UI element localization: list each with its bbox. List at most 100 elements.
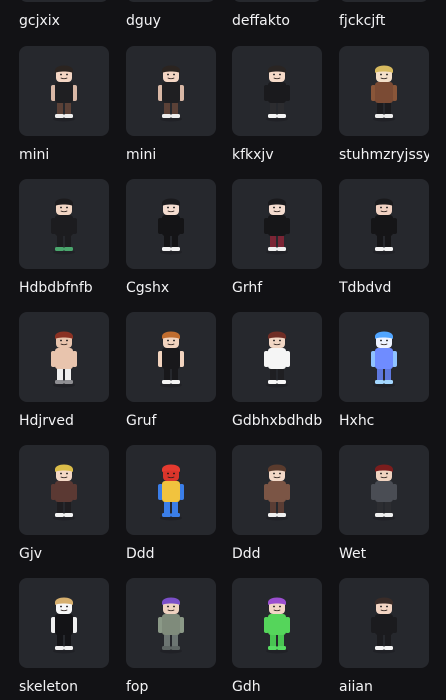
avatar-name[interactable]: Tdbdvd <box>339 279 429 297</box>
avatar-card[interactable]: stuhmzryjssy <box>339 46 429 171</box>
avatar-card[interactable]: Gruf <box>126 312 216 437</box>
avatar-thumbnail[interactable] <box>339 312 429 402</box>
avatar-right-eye <box>173 605 175 608</box>
avatar-thumbnail[interactable] <box>339 46 429 136</box>
avatar-name[interactable]: stuhmzryjssy <box>339 146 429 164</box>
avatar-left-leg <box>164 501 170 515</box>
avatar-right-leg <box>385 102 391 116</box>
avatar-card[interactable]: Hxhc <box>339 312 429 437</box>
avatar-card[interactable]: kfkxjv <box>232 46 322 171</box>
avatar-thumbnail[interactable] <box>126 445 216 535</box>
avatar-thumbnail[interactable] <box>19 312 109 402</box>
avatar-thumbnail[interactable] <box>232 312 322 402</box>
avatar-card[interactable]: Gjv <box>19 445 109 570</box>
avatar-name[interactable]: Hxhc <box>339 412 429 430</box>
avatar-name[interactable]: Gdh <box>232 678 322 696</box>
avatar-thumbnail[interactable] <box>339 179 429 269</box>
avatar-right-leg <box>278 634 284 648</box>
avatar-thumbnail-partial[interactable] <box>19 0 109 2</box>
avatar-thumbnail-partial[interactable] <box>339 0 429 2</box>
avatar-thumbnail[interactable] <box>232 179 322 269</box>
avatar-thumbnail[interactable] <box>126 179 216 269</box>
avatar-thumbnail[interactable] <box>19 445 109 535</box>
avatar-thumbnail[interactable] <box>339 445 429 535</box>
avatar-name[interactable]: fop <box>126 678 216 696</box>
avatar-right-shoe <box>64 646 73 650</box>
avatar-card[interactable]: Ddd <box>232 445 322 570</box>
avatar-card[interactable]: Hdbdbfnfb <box>19 179 109 304</box>
avatar-torso <box>162 215 180 236</box>
avatar-card[interactable]: Gdh <box>232 578 322 700</box>
avatar-torso <box>55 614 73 635</box>
avatar-left-shoe <box>268 247 277 251</box>
avatar-thumbnail-partial[interactable] <box>232 0 322 2</box>
avatar-left-eye <box>60 472 62 475</box>
avatar-name[interactable]: gcjxix <box>19 12 60 30</box>
avatar-name[interactable]: Cgshx <box>126 279 216 297</box>
avatar-left-shoe <box>55 114 64 118</box>
avatar-card[interactable]: Grhf <box>232 179 322 304</box>
avatar-right-shoe <box>277 513 286 517</box>
avatar-name[interactable]: fjckcjft <box>339 12 385 30</box>
avatar-name[interactable]: Ddd <box>126 545 216 563</box>
avatar-thumbnail[interactable] <box>339 578 429 668</box>
avatar-name[interactable]: Gruf <box>126 412 216 430</box>
avatar-card[interactable]: skeleton <box>19 578 109 700</box>
avatar-name[interactable]: skeleton <box>19 678 109 696</box>
avatar-thumbnail[interactable] <box>232 445 322 535</box>
avatar-thumbnail[interactable] <box>232 578 322 668</box>
avatar-thumbnail[interactable] <box>19 46 109 136</box>
avatar-right-leg <box>65 501 71 515</box>
avatar-torso <box>268 348 286 369</box>
avatar-figure <box>371 464 397 521</box>
avatar-card[interactable]: Tdbdvd <box>339 179 429 304</box>
avatar-right-leg <box>65 368 71 382</box>
avatar-left-eye <box>167 206 169 209</box>
avatar-right-leg <box>385 634 391 648</box>
avatar-name[interactable]: aiian <box>339 678 429 696</box>
avatar-thumbnail-partial[interactable] <box>126 0 216 2</box>
avatar-right-shoe <box>171 114 180 118</box>
avatar-thumbnail[interactable] <box>19 179 109 269</box>
avatar-thumbnail[interactable] <box>232 46 322 136</box>
avatar-name[interactable]: Gdbhxbdhdb <box>232 412 322 430</box>
avatar-card[interactable]: mini <box>126 46 216 171</box>
avatar-card[interactable]: aiian <box>339 578 429 700</box>
avatar-left-leg <box>377 501 383 515</box>
avatar-name[interactable]: dguy <box>126 12 161 30</box>
avatar-left-leg <box>57 368 63 382</box>
avatar-card[interactable]: Cgshx <box>126 179 216 304</box>
avatar-name[interactable]: mini <box>19 146 109 164</box>
avatar-card[interactable]: fop <box>126 578 216 700</box>
avatar-name[interactable]: mini <box>126 146 216 164</box>
avatar-left-eye <box>273 339 275 342</box>
avatar-thumbnail[interactable] <box>126 578 216 668</box>
avatar-name[interactable]: Hdbdbfnfb <box>19 279 109 297</box>
avatar-thumbnail[interactable] <box>126 312 216 402</box>
avatar-right-leg <box>172 501 178 515</box>
avatar-left-eye <box>167 339 169 342</box>
avatar-right-shoe <box>277 646 286 650</box>
avatar-name[interactable]: Wet <box>339 545 429 563</box>
avatar-card[interactable]: Hdjrved <box>19 312 109 437</box>
avatar-left-leg <box>377 368 383 382</box>
avatar-card[interactable]: Ddd <box>126 445 216 570</box>
avatar-card[interactable]: Gdbhxbdhdb <box>232 312 322 437</box>
avatar-card[interactable]: mini <box>19 46 109 171</box>
avatar-row: Hdjrved Gruf Gdbhxbdhdb Hxhc <box>0 312 446 445</box>
avatar-right-leg <box>278 368 284 382</box>
avatar-thumbnail[interactable] <box>126 46 216 136</box>
avatar-name[interactable]: Gjv <box>19 545 109 563</box>
avatar-name[interactable]: Ddd <box>232 545 322 563</box>
avatar-name[interactable]: kfkxjv <box>232 146 322 164</box>
avatar-thumbnail[interactable] <box>19 578 109 668</box>
avatar-torso <box>162 348 180 369</box>
avatar-name[interactable]: Grhf <box>232 279 322 297</box>
avatar-name[interactable]: Hdjrved <box>19 412 109 430</box>
avatar-left-eye <box>60 605 62 608</box>
avatar-left-eye <box>273 206 275 209</box>
avatar-left-eye <box>273 605 275 608</box>
avatar-right-leg <box>65 235 71 249</box>
avatar-name[interactable]: deffakto <box>232 12 290 30</box>
avatar-card[interactable]: Wet <box>339 445 429 570</box>
